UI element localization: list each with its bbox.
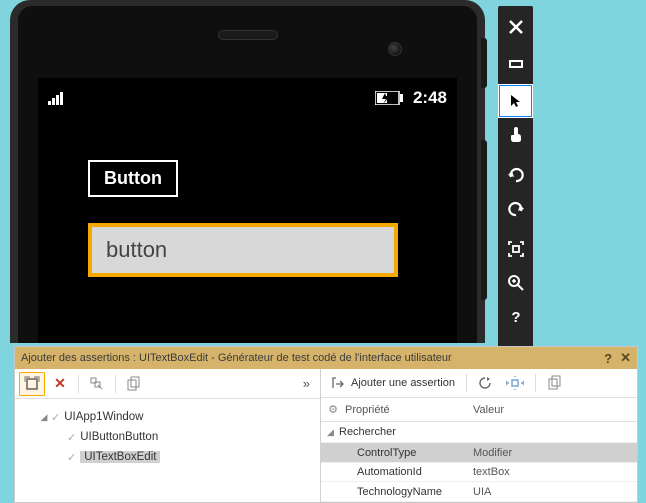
assertion-panel: Ajouter des assertions : UITextBoxEdit -… [14,346,638,503]
emulator-toolstrip: ? [498,6,533,372]
tree-row-button[interactable]: ✓UIButtonButton [19,427,316,447]
svg-text:?: ? [511,309,520,325]
app-button[interactable]: Button [88,160,178,197]
tree-row-root[interactable]: ◢✓UIApp1Window [19,407,316,427]
fit-screen-icon[interactable] [498,232,533,266]
prop-group-search[interactable]: ◢Rechercher [321,422,637,444]
app-content: Button button [48,110,447,327]
close-icon[interactable] [498,10,533,44]
props-toolbar: Ajouter une assertion [321,369,637,398]
select-up-icon[interactable] [84,372,110,396]
panel-left-tree: ✕ » ◢✓UIApp1Window ✓UIButtonButton ✓UITe… [15,369,321,502]
delete-icon[interactable]: ✕ [47,372,73,396]
cursor-icon[interactable] [498,84,533,118]
refresh-icon[interactable] [472,371,498,395]
tree-row-textbox[interactable]: ✓UITextBoxEdit [19,447,316,467]
panel-close-icon[interactable]: ✕ [620,350,631,366]
prop-row-automationid[interactable]: AutomationIdtextBox [321,463,637,483]
panel-right-props: Ajouter une assertion ⚙ Propriété Valeur… [321,369,637,502]
signal-icon [48,91,68,105]
rotate-right-icon[interactable] [498,192,533,226]
status-clock: 2:48 [413,88,447,108]
phone-bezel: 2:48 Button button [18,6,477,343]
panel-titlebar: Ajouter des assertions : UITextBoxEdit -… [15,347,637,369]
app-textbox[interactable]: button [88,223,398,277]
add-control-icon[interactable] [19,372,45,396]
phone-side-button [481,140,487,300]
phone-speaker [218,30,278,40]
tree-overflow-icon[interactable]: » [303,376,316,391]
copy-icon[interactable] [121,372,147,396]
phone-device-frame: 2:48 Button button [10,0,485,343]
prop-row-controltype[interactable]: ControlTypeModifier [321,443,637,463]
touch-icon[interactable] [498,118,533,152]
status-bar: 2:48 [48,86,447,110]
phone-side-button-top [481,38,487,88]
tree-toolbar: ✕ » [15,369,320,399]
minimize-icon[interactable] [498,44,533,78]
ui-tree: ◢✓UIApp1Window ✓UIButtonButton ✓UITextBo… [15,399,320,502]
copy-props-icon[interactable] [541,371,569,395]
gear-icon[interactable]: ⚙ [321,403,345,416]
phone-camera [388,42,402,56]
add-assertion-button[interactable]: Ajouter une assertion [325,371,461,395]
navigate-icon[interactable] [500,371,530,395]
panel-title-text: Ajouter des assertions : UITextBoxEdit -… [21,352,452,364]
zoom-icon[interactable] [498,266,533,300]
help-icon[interactable]: ? [498,300,533,334]
rotate-left-icon[interactable] [498,158,533,192]
battery-icon [375,91,405,105]
prop-row-technologyname[interactable]: TechnologyNameUIA [321,482,637,502]
panel-help-icon[interactable]: ? [604,351,612,366]
props-header: ⚙ Propriété Valeur [321,398,637,421]
phone-screen: 2:48 Button button [38,78,457,343]
